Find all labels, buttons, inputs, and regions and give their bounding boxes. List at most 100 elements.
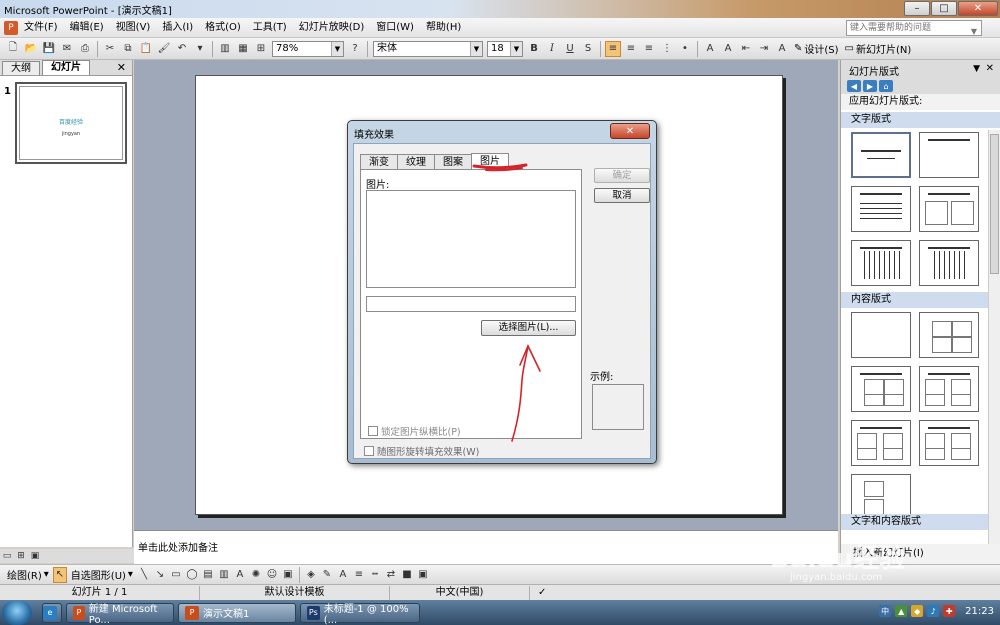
rotate-with-shape-checkbox[interactable]: 随图形旋转填充效果(W) (364, 444, 479, 458)
shadow-button[interactable]: S (580, 41, 596, 57)
insert-table-icon[interactable]: ▦ (235, 41, 251, 57)
shadow-style-icon[interactable]: ■ (400, 567, 414, 583)
menu-file[interactable]: 文件(F) (18, 19, 64, 37)
shield-icon[interactable]: ◆ (911, 605, 924, 617)
volume-icon[interactable]: ♪ (927, 605, 940, 617)
app-icon[interactable]: P (4, 20, 18, 35)
textbox-icon[interactable]: ▤ (201, 567, 215, 583)
home-icon[interactable]: ⌂ (879, 80, 893, 92)
tab-pattern[interactable]: 图案 (434, 154, 472, 170)
arrow-icon[interactable]: ↘ (153, 567, 167, 583)
start-button[interactable] (2, 600, 32, 625)
permission-icon[interactable]: ✉ (59, 41, 75, 57)
close-icon[interactable]: ✕ (117, 61, 126, 74)
maximize-button[interactable]: □ (931, 1, 957, 16)
lock-aspect-checkbox[interactable]: 锁定图片纵横比(P) (368, 424, 461, 438)
diagram-icon[interactable]: ✺ (249, 567, 263, 583)
grid-icon[interactable]: ⊞ (253, 41, 269, 57)
vertical-textbox-icon[interactable]: ▥ (217, 567, 231, 583)
cut-icon[interactable]: ✂ (102, 41, 118, 57)
align-center-icon[interactable]: ≡ (623, 41, 639, 57)
font-color-icon[interactable]: A (774, 41, 790, 57)
line-style-icon[interactable]: ≡ (352, 567, 366, 583)
layout-title-only[interactable] (919, 132, 979, 178)
security-icon[interactable]: ✚ (943, 605, 956, 617)
layout-title-two-content[interactable] (919, 366, 979, 412)
back-icon[interactable]: ◀ (847, 80, 861, 92)
layout-blank[interactable] (851, 312, 911, 358)
menu-insert[interactable]: 插入(I) (156, 19, 199, 37)
decrease-indent-icon[interactable]: ⇤ (738, 41, 754, 57)
slideshow-view-icon[interactable]: ▣ (29, 550, 41, 562)
layout-title-four-content[interactable] (919, 420, 979, 466)
layout-title-text[interactable] (851, 186, 911, 232)
draw-menu-button[interactable]: 绘图(R) ▾ (7, 567, 49, 582)
tab-slides[interactable]: 幻灯片 (42, 60, 90, 75)
3d-style-icon[interactable]: ▣ (416, 567, 430, 583)
grow-font-button[interactable]: A (702, 41, 718, 57)
layout-title-slide[interactable] (851, 132, 911, 178)
italic-button[interactable]: I (544, 41, 560, 57)
copy-icon[interactable]: ⧉ (120, 41, 136, 57)
arrow-style-icon[interactable]: ⇄ (384, 567, 398, 583)
font-color-icon[interactable]: A (336, 567, 350, 583)
slide-thumbnail[interactable]: 百度经验 jingyan (15, 82, 127, 164)
menu-help[interactable]: 帮助(H) (420, 19, 467, 37)
tab-outline[interactable]: 大纲 (2, 61, 40, 75)
tab-gradient[interactable]: 渐变 (360, 154, 398, 170)
notes-pane[interactable]: 单击此处添加备注 (134, 530, 838, 564)
normal-view-icon[interactable]: ▭ (1, 550, 13, 562)
line-color-icon[interactable]: ✎ (320, 567, 334, 583)
select-picture-button[interactable]: 选择图片(L)... (481, 320, 576, 336)
paste-icon[interactable]: 📋 (138, 41, 154, 57)
select-pointer-icon[interactable]: ↖ (52, 566, 67, 583)
chevron-down-icon[interactable]: ▼ (973, 64, 980, 74)
insert-chart-icon[interactable]: ▥ (217, 41, 233, 57)
layout-vertical-text[interactable] (851, 240, 911, 286)
taskbar-item-2[interactable]: Ps 未标题-1 @ 100%(... (300, 602, 420, 625)
increase-indent-icon[interactable]: ⇥ (756, 41, 772, 57)
tab-texture[interactable]: 纹理 (397, 154, 435, 170)
ime-icon[interactable]: 中 (879, 605, 892, 617)
design-button[interactable]: ✎ 设计(S) (794, 41, 839, 56)
layout-title-content[interactable] (851, 366, 911, 412)
scrollbar-thumb[interactable] (990, 134, 999, 274)
menu-format[interactable]: 格式(O) (199, 19, 247, 37)
taskbar-item-0[interactable]: P 新建 Microsoft Po... (66, 602, 174, 625)
new-file-icon[interactable]: 🗋 (5, 41, 21, 57)
spellcheck-icon[interactable]: ✓ (530, 586, 554, 600)
network-icon[interactable]: ▲ (895, 605, 908, 617)
minimize-button[interactable]: – (904, 1, 930, 16)
sorter-view-icon[interactable]: ⊞ (15, 550, 27, 562)
wordart-icon[interactable]: A (233, 567, 247, 583)
rectangle-icon[interactable]: ▭ (169, 567, 183, 583)
help-icon[interactable]: ? (347, 41, 363, 57)
bullets-icon[interactable]: • (677, 41, 693, 57)
print-icon[interactable]: ⎙ (77, 41, 93, 57)
forward-icon[interactable]: ▶ (863, 80, 877, 92)
chevron-down-icon[interactable]: ▾ (192, 41, 208, 57)
font-select[interactable]: 宋体 ▼ (373, 40, 483, 57)
bold-button[interactable]: B (526, 41, 542, 57)
layout-vertical-title-text[interactable] (919, 240, 979, 286)
save-icon[interactable]: 💾 (41, 41, 57, 57)
taskbar-item-1[interactable]: P 演示文稿1 (178, 602, 296, 623)
numbering-icon[interactable]: ⋮ (659, 41, 675, 57)
clipart-icon[interactable]: ☺ (265, 567, 279, 583)
picture-icon[interactable]: ▣ (281, 567, 295, 583)
menu-view[interactable]: 视图(V) (110, 19, 157, 37)
align-right-icon[interactable]: ≡ (641, 41, 657, 57)
layout-two-columns[interactable] (919, 186, 979, 232)
menu-edit[interactable]: 编辑(E) (64, 19, 110, 37)
ok-button[interactable]: 确定 (594, 168, 650, 183)
new-slide-button[interactable]: ▭ 新幻灯片(N) (845, 41, 912, 56)
layout-content[interactable] (919, 312, 979, 358)
oval-icon[interactable]: ◯ (185, 567, 199, 583)
autoshapes-button[interactable]: 自选图形(U) ▾ (71, 567, 133, 582)
line-icon[interactable]: ╲ (137, 567, 151, 583)
cancel-button[interactable]: 取消 (594, 188, 650, 203)
font-size-select[interactable]: 18 ▼ (487, 40, 523, 57)
menu-slideshow[interactable]: 幻灯片放映(D) (293, 19, 371, 37)
ie-quicklaunch-icon[interactable]: e (42, 602, 62, 623)
zoom-select[interactable]: 78% ▼ (272, 40, 344, 57)
